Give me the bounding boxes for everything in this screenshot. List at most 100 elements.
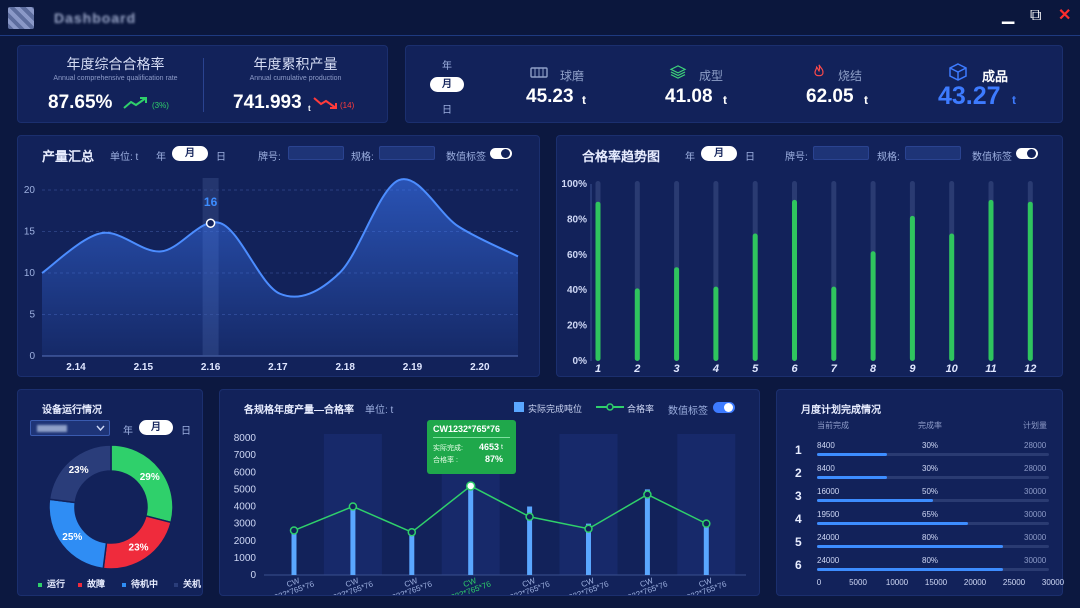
close-icon[interactable]: ✕ <box>1058 6 1071 26</box>
passrate-bar <box>1027 201 1033 361</box>
monthly-plan: 30000 <box>1024 533 1047 542</box>
cumulative-production-title: 年度累积产量 <box>253 56 338 72</box>
spec-value-toggle[interactable] <box>713 402 735 413</box>
legend-line-label: 合格率 <box>627 404 655 414</box>
pass-rate-panel: 合格率趋势图 年 月 日 牌号: 规格: 数值标签 0% 20% 40% 60% 80%… <box>556 135 1063 377</box>
monthly-x-tick: 25000 <box>1002 578 1026 587</box>
value-label-toggle[interactable] <box>490 148 512 159</box>
products-panel: 年 月 日 球磨 45.23 t 成型 41.08 t 烧结 62.05 t 成… <box>405 45 1063 123</box>
monthly-row: 1 8400 30% 28000 <box>777 438 1062 460</box>
equipment-select[interactable] <box>30 420 110 436</box>
passrate-brand-label: 牌号: <box>785 152 808 163</box>
product-forming-value: 41.08 <box>665 86 713 107</box>
cumulative-production-unit: t <box>308 104 311 113</box>
spec-tooltip: CW1232*765*76 实际完成: 4653 t 合格率 : 87% <box>427 420 516 474</box>
monthly-progress-bar <box>817 476 887 479</box>
production-highlight-label: 16 <box>204 195 218 209</box>
chevron-down-icon <box>96 425 105 431</box>
monthly-row: 6 24000 80% 30000 <box>777 553 1062 575</box>
spec-chart-title: 各规格年度产量—合格率 <box>244 405 354 416</box>
tooltip-row1-value: 4653 <box>479 442 500 452</box>
spec-y-tick: 4000 <box>234 502 257 513</box>
minimize-icon[interactable]: ▁ <box>1002 6 1014 26</box>
spec-y-tick: 6000 <box>234 467 257 478</box>
passrate-period-year[interactable]: 年 <box>685 148 695 163</box>
equipment-donut-chart: 29% 23% 25% 23% <box>48 444 174 570</box>
pass-rate-bar-chart: 0%20%40%60%80%100%1 2 3 4 5 6 7 8 9 10 11 12 <box>561 179 1036 375</box>
legend-item: 关机 <box>174 577 201 590</box>
app-logo-icon <box>8 7 34 29</box>
legend-label: 关机 <box>183 579 202 589</box>
production-x-tick: 2.19 <box>403 362 423 373</box>
passrate-period-day[interactable]: 日 <box>745 148 755 163</box>
product-forming-name: 成型 <box>699 69 724 83</box>
spec-bar <box>703 523 709 575</box>
monthly-plan: 30000 <box>1024 487 1047 496</box>
spec-y-tick: 3000 <box>234 519 257 530</box>
equipment-legend: 运行 故障 待机中 关机 <box>26 577 202 591</box>
spec-bar <box>644 489 650 575</box>
passrate-x-tick: 11 <box>985 363 996 375</box>
passrate-x-tick: 4 <box>712 363 719 375</box>
ball-mill-icon <box>530 67 548 78</box>
flame-icon <box>814 64 824 77</box>
passrate-spec-input[interactable] <box>905 146 961 160</box>
passrate-bar <box>634 288 640 361</box>
production-x-tick: 2.18 <box>335 362 355 373</box>
monthly-current: 19500 <box>817 510 840 519</box>
passrate-value-toggle[interactable] <box>1016 148 1038 159</box>
product-sintering-unit: t <box>864 93 868 107</box>
passrate-y-tick: 0% <box>573 356 588 367</box>
passrate-bar <box>988 199 994 361</box>
spec-rate-point <box>702 519 711 528</box>
donut-label: 29% <box>140 472 160 483</box>
production-unit: 单位: t <box>110 152 139 163</box>
passrate-x-tick: 5 <box>752 363 759 375</box>
passrate-brand-input[interactable] <box>813 146 869 160</box>
production-period-month[interactable]: 月 <box>172 146 208 161</box>
production-y-tick: 5 <box>29 310 35 321</box>
monthly-progress-bar <box>817 499 933 502</box>
passrate-period-month[interactable]: 月 <box>701 146 737 161</box>
production-period-day[interactable]: 日 <box>216 148 226 163</box>
period-year[interactable]: 年 <box>442 57 452 72</box>
col-plan: 计划量 <box>1023 421 1047 430</box>
cumulative-production-subtitle: Annual cumulative production <box>249 75 342 82</box>
passrate-bar <box>949 233 955 361</box>
production-trend: (14) <box>340 101 355 110</box>
monthly-rate: 80% <box>922 533 939 542</box>
monthly-rate: 80% <box>922 556 939 565</box>
period-day[interactable]: 日 <box>442 101 452 116</box>
monthly-rank: 1 <box>795 443 802 457</box>
legend-bar-label: 实际完成吨位 <box>528 404 583 414</box>
monthly-current: 8400 <box>817 441 835 450</box>
monthly-current: 24000 <box>817 556 840 565</box>
col-current: 当前完成 <box>817 421 849 430</box>
passrate-x-tick: 1 <box>595 363 601 375</box>
restore-icon[interactable]: ⧉ <box>1030 6 1041 26</box>
spec-input[interactable] <box>379 146 435 160</box>
monthly-rate: 50% <box>922 487 939 496</box>
annual-kpi-panel: 年度综合合格率 Annual comprehensive qualificati… <box>17 45 388 123</box>
production-period-year[interactable]: 年 <box>156 148 166 163</box>
monthly-current: 24000 <box>817 533 840 542</box>
spec-yield-panel: 各规格年度产量—合格率 单位: t 实际完成吨位 合格率 数值标签 0 1000 2… <box>219 389 760 596</box>
equipment-period-month[interactable]: 月 <box>139 420 173 435</box>
equipment-period-year[interactable]: 年 <box>123 422 133 437</box>
production-y-tick: 20 <box>24 185 36 196</box>
equipment-period-day[interactable]: 日 <box>181 422 191 437</box>
spec-bar <box>468 487 474 575</box>
legend-swatch <box>38 582 42 587</box>
production-x-tick: 2.20 <box>470 362 490 373</box>
period-month-pill[interactable]: 月 <box>430 77 464 92</box>
passrate-y-tick: 20% <box>567 321 587 332</box>
passrate-x-tick: 8 <box>870 363 877 375</box>
product-ballmill-unit: t <box>582 93 586 107</box>
production-highlight-point <box>205 218 216 228</box>
monthly-progress-bar <box>817 522 968 525</box>
donut-label: 23% <box>69 465 89 476</box>
brand-input[interactable] <box>288 146 344 160</box>
passrate-y-tick: 60% <box>567 250 587 261</box>
production-area-fill <box>42 179 518 356</box>
spec-y-tick: 7000 <box>234 450 257 461</box>
